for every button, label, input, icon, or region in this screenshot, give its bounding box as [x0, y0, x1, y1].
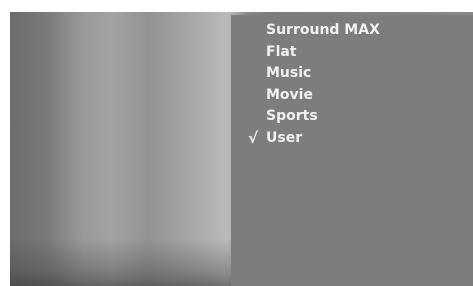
check-mark-icon: √ — [248, 128, 259, 147]
menu-item-surround-max[interactable]: Surround MAX — [231, 20, 380, 42]
menu-item-music[interactable]: Music — [231, 63, 380, 85]
menu-item-label: Sports — [266, 108, 318, 124]
sound-mode-menu: Surround MAX Flat Music Movie Sports √ U… — [231, 15, 473, 286]
menu-item-label: Movie — [266, 86, 313, 103]
sound-mode-list: Surround MAX Flat Music Movie Sports √ U… — [231, 20, 380, 149]
menu-item-sports[interactable]: Sports — [231, 106, 380, 128]
menu-item-label: Music — [266, 65, 312, 81]
menu-item-label: User — [266, 129, 303, 146]
menu-item-movie[interactable]: Movie — [231, 85, 380, 107]
menu-item-user[interactable]: √ User — [231, 128, 380, 150]
menu-item-flat[interactable]: Flat — [231, 42, 380, 64]
tv-screen: Surround MAX Flat Music Movie Sports √ U… — [10, 12, 473, 286]
menu-item-label: Flat — [266, 43, 297, 60]
menu-item-label: Surround MAX — [266, 22, 380, 38]
